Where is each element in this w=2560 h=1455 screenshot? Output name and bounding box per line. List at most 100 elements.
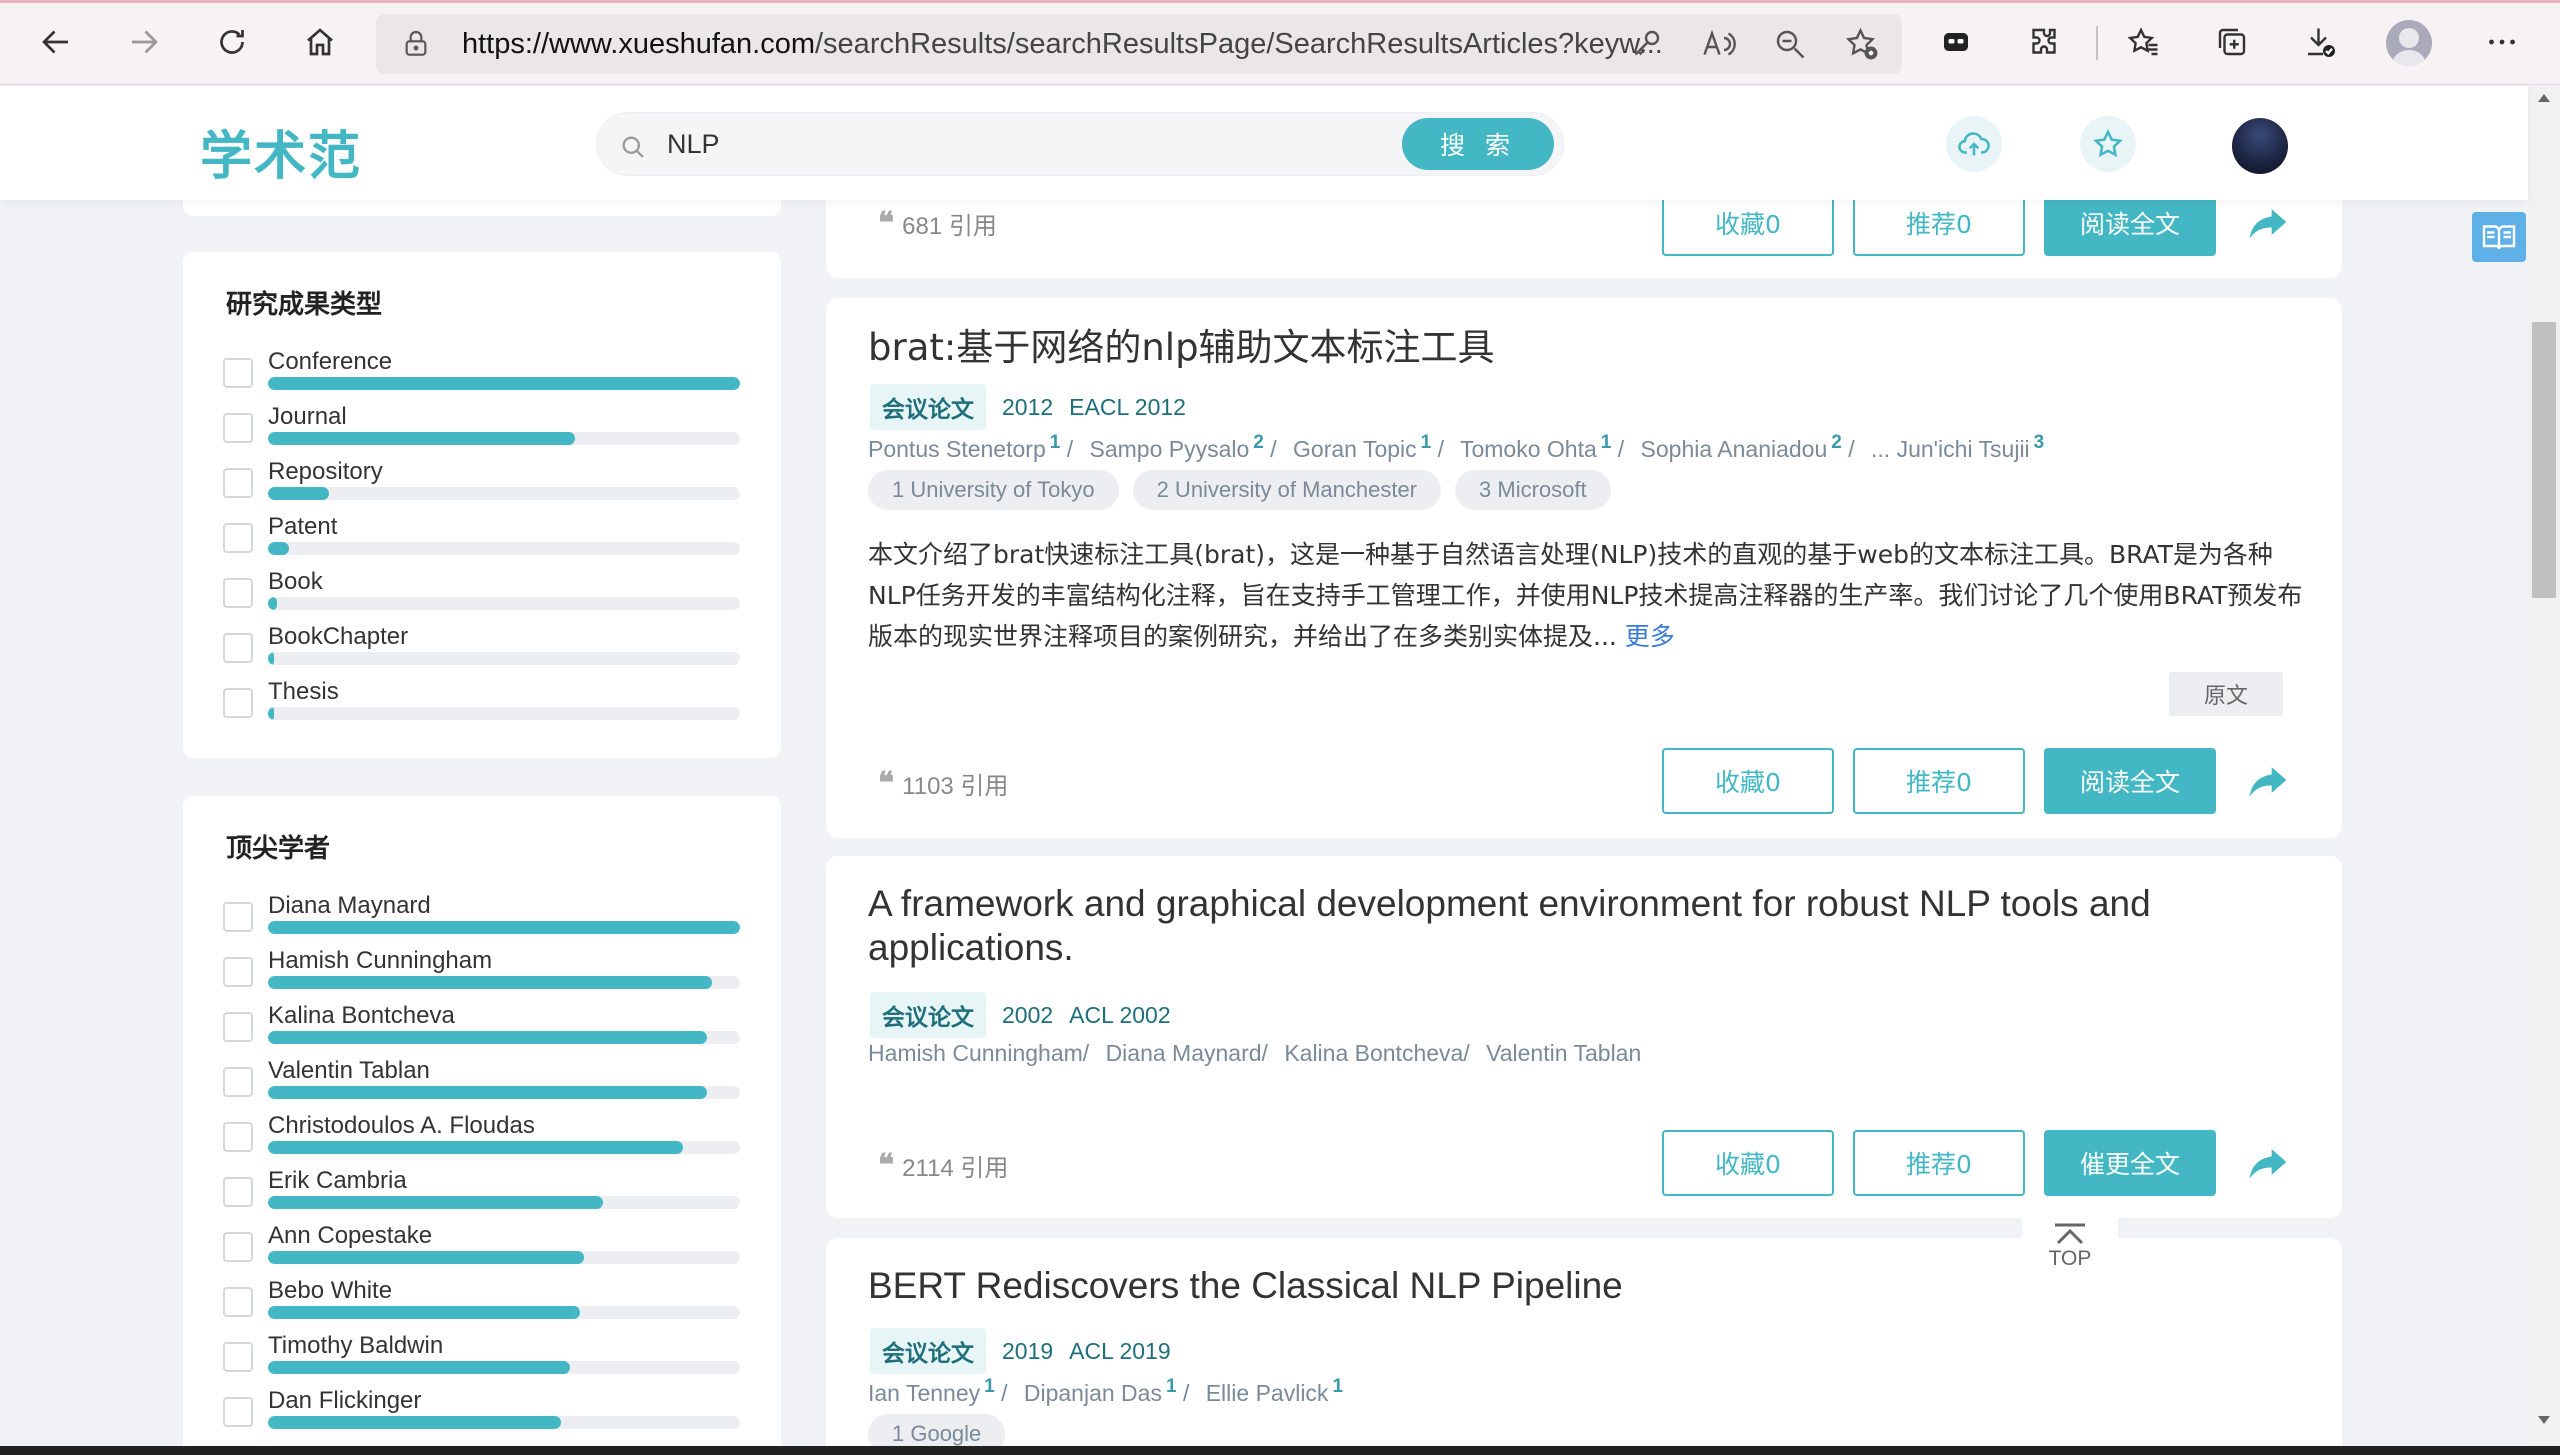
scholar-item[interactable]: Christodoulos A. Floudas	[223, 1112, 743, 1166]
author-link[interactable]: Goran Topic 1 /	[1293, 432, 1444, 462]
checkbox[interactable]	[223, 413, 253, 443]
checkbox[interactable]	[223, 1067, 253, 1097]
result-title[interactable]: brat:基于网络的nlp辅助文本标注工具	[868, 326, 1495, 370]
request-fulltext-button[interactable]: 催更全文	[2044, 1130, 2216, 1196]
upload-button[interactable]	[1946, 116, 2002, 172]
checkbox[interactable]	[223, 578, 253, 608]
author-link[interactable]: Pontus Stenetorp 1 /	[868, 432, 1073, 462]
page-scrollbar[interactable]	[2528, 86, 2560, 1446]
zoom-out-icon[interactable]	[1772, 26, 1808, 62]
reader-mode-button[interactable]	[2472, 212, 2526, 262]
scholar-item[interactable]: Timothy Baldwin	[223, 1332, 743, 1386]
author-link[interactable]: Valentin Tablan	[1486, 1040, 1641, 1066]
site-logo[interactable]: 学术范	[200, 114, 362, 189]
checkbox[interactable]	[223, 688, 253, 718]
favorites-button[interactable]	[2118, 16, 2170, 68]
result-venue[interactable]: EACL 2012	[1069, 394, 1186, 421]
address-bar[interactable]: https://www.xueshufan.com/searchResults/…	[376, 14, 1902, 74]
filter-item-journal[interactable]: Journal	[223, 403, 743, 457]
author-link[interactable]: Ian Tenney 1 /	[868, 1376, 1007, 1406]
author-link[interactable]: Kalina Bontcheva/	[1284, 1040, 1469, 1066]
author-link[interactable]: Sophia Ananiadou 2 /	[1641, 432, 1855, 462]
affiliation-tag[interactable]: 2 University of Manchester	[1132, 470, 1442, 510]
result-venue[interactable]: ACL 2002	[1069, 1002, 1170, 1029]
scholar-item[interactable]: Valentin Tablan	[223, 1057, 743, 1111]
recommend-button[interactable]: 推荐0	[1853, 748, 2025, 814]
read-fulltext-button[interactable]: 阅读全文	[2044, 748, 2216, 814]
checkbox[interactable]	[223, 957, 253, 987]
lock-icon[interactable]	[400, 28, 432, 60]
checkbox[interactable]	[223, 1342, 253, 1372]
search-input[interactable]	[667, 123, 1367, 165]
result-type-tag[interactable]: 会议论文	[870, 384, 986, 430]
search-button[interactable]: 搜 索	[1402, 118, 1554, 170]
back-button[interactable]	[30, 16, 82, 68]
result-title[interactable]: BERT Rediscovers the Classical NLP Pipel…	[868, 1264, 1623, 1308]
author-link[interactable]: Sampo Pyysalo 2 /	[1089, 432, 1276, 462]
filter-item-patent[interactable]: Patent	[223, 513, 743, 567]
checkbox[interactable]	[223, 1122, 253, 1152]
result-year[interactable]: 2002	[1002, 1002, 1053, 1029]
scroll-down-arrow[interactable]	[2538, 1416, 2550, 1424]
checkbox[interactable]	[223, 902, 253, 932]
checkbox[interactable]	[223, 633, 253, 663]
recommend-button[interactable]: 推荐0	[1853, 1130, 2025, 1196]
url-text[interactable]: https://www.xueshufan.com/searchResults/…	[462, 28, 1992, 61]
share-icon[interactable]	[2246, 1140, 2290, 1184]
key-icon[interactable]	[1628, 26, 1664, 62]
checkbox[interactable]	[223, 358, 253, 388]
add-favorite-icon[interactable]	[1844, 26, 1880, 62]
profile-icon[interactable]	[2386, 20, 2432, 66]
back-to-top-button[interactable]: TOP	[2022, 1205, 2118, 1287]
result-year[interactable]: 2019	[1002, 1338, 1053, 1365]
result-type-tag[interactable]: 会议论文	[870, 1328, 986, 1374]
scholar-item[interactable]: Hamish Cunningham	[223, 947, 743, 1001]
checkbox[interactable]	[223, 1287, 253, 1317]
downloads-button[interactable]	[2294, 16, 2346, 68]
scholar-item[interactable]: Ann Copestake	[223, 1222, 743, 1276]
checkbox[interactable]	[223, 1232, 253, 1262]
affiliation-tag[interactable]: 1 University of Tokyo	[868, 470, 1119, 510]
scroll-up-arrow[interactable]	[2538, 94, 2550, 102]
author-link[interactable]: ... Jun'ichi Tsujii 3	[1871, 432, 2044, 462]
scholar-item[interactable]: Kalina Bontcheva	[223, 1002, 743, 1056]
collect-button[interactable]: 收藏0	[1662, 748, 1834, 814]
scholar-item[interactable]: Diana Maynard	[223, 892, 743, 946]
filter-item-bookchapter[interactable]: BookChapter	[223, 623, 743, 677]
refresh-button[interactable]	[206, 16, 258, 68]
filter-item-book[interactable]: Book	[223, 568, 743, 622]
author-link[interactable]: Tomoko Ohta 1 /	[1460, 432, 1624, 462]
filter-item-thesis[interactable]: Thesis	[223, 678, 743, 732]
filter-item-conference[interactable]: Conference	[223, 348, 743, 402]
result-type-tag[interactable]: 会议论文	[870, 992, 986, 1038]
settings-more-button[interactable]	[2476, 16, 2528, 68]
more-link[interactable]: 更多	[1625, 622, 1675, 651]
collections-button[interactable]	[2206, 16, 2258, 68]
favorites-site-button[interactable]	[2080, 116, 2136, 172]
author-link[interactable]: Hamish Cunningham/	[868, 1040, 1089, 1066]
author-link[interactable]: Ellie Pavlick 1	[1206, 1376, 1343, 1406]
home-button[interactable]	[294, 16, 346, 68]
scholar-item[interactable]: Dan Flickinger	[223, 1387, 743, 1441]
share-icon[interactable]	[2246, 200, 2290, 244]
affiliation-tag[interactable]: 3 Microsoft	[1455, 470, 1611, 510]
checkbox[interactable]	[223, 468, 253, 498]
extensions-button[interactable]	[2018, 16, 2070, 68]
filter-item-repository[interactable]: Repository	[223, 458, 743, 512]
author-link[interactable]: Diana Maynard/	[1106, 1040, 1268, 1066]
checkbox[interactable]	[223, 1012, 253, 1042]
forward-button[interactable]	[118, 16, 170, 68]
checkbox[interactable]	[223, 523, 253, 553]
share-icon[interactable]	[2246, 758, 2290, 802]
result-title[interactable]: A framework and graphical development en…	[868, 882, 2151, 970]
author-link[interactable]: Dipanjan Das 1 /	[1024, 1376, 1189, 1406]
scholar-item[interactable]: Erik Cambria	[223, 1167, 743, 1221]
checkbox[interactable]	[223, 1177, 253, 1207]
result-year[interactable]: 2012	[1002, 394, 1053, 421]
collect-button[interactable]: 收藏0	[1662, 1130, 1834, 1196]
scholar-item[interactable]: Bebo White	[223, 1277, 743, 1331]
checkbox[interactable]	[223, 1397, 253, 1427]
user-avatar[interactable]	[2232, 118, 2288, 174]
extension-button[interactable]	[1930, 16, 1982, 68]
scroll-thumb[interactable]	[2532, 322, 2556, 598]
